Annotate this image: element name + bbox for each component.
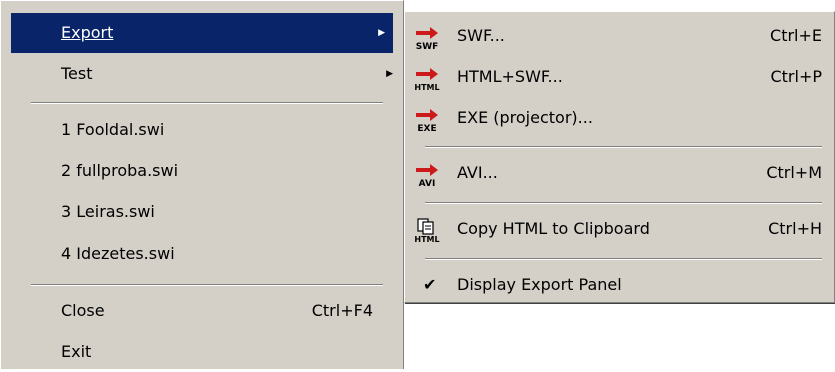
svg-text:HTML: HTML bbox=[414, 83, 439, 91]
menu-item-label: 1 Fooldal.swi bbox=[61, 120, 165, 139]
menu-separator bbox=[425, 146, 822, 148]
file-menu: Export ▶ Test ▶ 1 Fooldal.swi 2 fullprob… bbox=[0, 0, 404, 369]
menu-item-label: Display Export Panel bbox=[457, 275, 622, 294]
menu-item-label: SWF... bbox=[457, 26, 505, 45]
menu-item-label: 4 Idezetes.swi bbox=[61, 244, 175, 263]
menu-item-label: Copy HTML to Clipboard bbox=[457, 219, 650, 238]
recent-file-2[interactable]: 2 fullproba.swi bbox=[1, 151, 403, 191]
menu-item-label: 2 fullproba.swi bbox=[61, 161, 179, 180]
checkmark-icon: ✔ bbox=[423, 275, 437, 294]
menu-separator bbox=[425, 202, 822, 204]
menu-item-shortcut: Ctrl+H bbox=[768, 219, 822, 238]
avi-export-icon: AVI bbox=[416, 164, 438, 187]
menu-item-exit[interactable]: Exit bbox=[1, 332, 403, 372]
menu-item-label: Close bbox=[61, 301, 105, 320]
menu-item-export[interactable]: Export ▶ bbox=[11, 13, 393, 53]
menu-item-label: AVI... bbox=[457, 163, 498, 182]
submenu-arrow-icon: ▶ bbox=[386, 69, 393, 79]
display-export-panel-item[interactable]: ✔ Display Export Panel bbox=[405, 265, 834, 305]
html-export-icon: HTML bbox=[414, 68, 440, 91]
export-submenu: SWF SWF... Ctrl+E HTML HTML+SWF... Ctrl+… bbox=[404, 11, 835, 303]
menu-item-label: 3 Leiras.swi bbox=[61, 202, 155, 221]
svg-text:SWF: SWF bbox=[416, 42, 439, 50]
menu-item-label: Test bbox=[61, 64, 93, 83]
menu-item-label: Exit bbox=[61, 342, 92, 361]
menu-separator bbox=[31, 102, 383, 104]
exe-export-icon: EXE bbox=[416, 109, 438, 132]
recent-file-3[interactable]: 3 Leiras.swi bbox=[1, 192, 403, 232]
menu-item-shortcut: Ctrl+M bbox=[766, 163, 822, 182]
menu-item-shortcut: Ctrl+P bbox=[770, 67, 822, 86]
export-avi-item[interactable]: AVI AVI... Ctrl+M bbox=[405, 153, 834, 193]
menu-item-shortcut: Ctrl+E bbox=[770, 26, 822, 45]
export-exe-item[interactable]: EXE EXE (projector)... bbox=[405, 98, 834, 138]
menu-item-test[interactable]: Test ▶ bbox=[1, 54, 403, 94]
menu-item-label: EXE (projector)... bbox=[457, 108, 593, 127]
swf-export-icon: SWF bbox=[416, 27, 439, 50]
recent-file-4[interactable]: 4 Idezetes.swi bbox=[1, 234, 403, 274]
export-html-swf-item[interactable]: HTML HTML+SWF... Ctrl+P bbox=[405, 57, 834, 97]
menu-item-shortcut: Ctrl+F4 bbox=[311, 301, 373, 320]
recent-file-1[interactable]: 1 Fooldal.swi bbox=[1, 110, 403, 150]
copy-html-icon: HTML bbox=[414, 218, 440, 243]
export-swf-item[interactable]: SWF SWF... Ctrl+E bbox=[405, 16, 834, 56]
menu-item-close[interactable]: Close Ctrl+F4 bbox=[1, 291, 403, 331]
menu-item-label: HTML+SWF... bbox=[457, 67, 563, 86]
svg-text:EXE: EXE bbox=[417, 124, 436, 132]
svg-text:AVI: AVI bbox=[419, 179, 436, 187]
menu-separator bbox=[425, 258, 822, 260]
copy-html-clipboard-item[interactable]: HTML Copy HTML to Clipboard Ctrl+H bbox=[405, 209, 834, 249]
menu-item-label: Export bbox=[61, 23, 114, 42]
submenu-arrow-icon: ▶ bbox=[378, 28, 385, 38]
menu-separator bbox=[31, 284, 383, 286]
svg-text:HTML: HTML bbox=[414, 235, 439, 243]
